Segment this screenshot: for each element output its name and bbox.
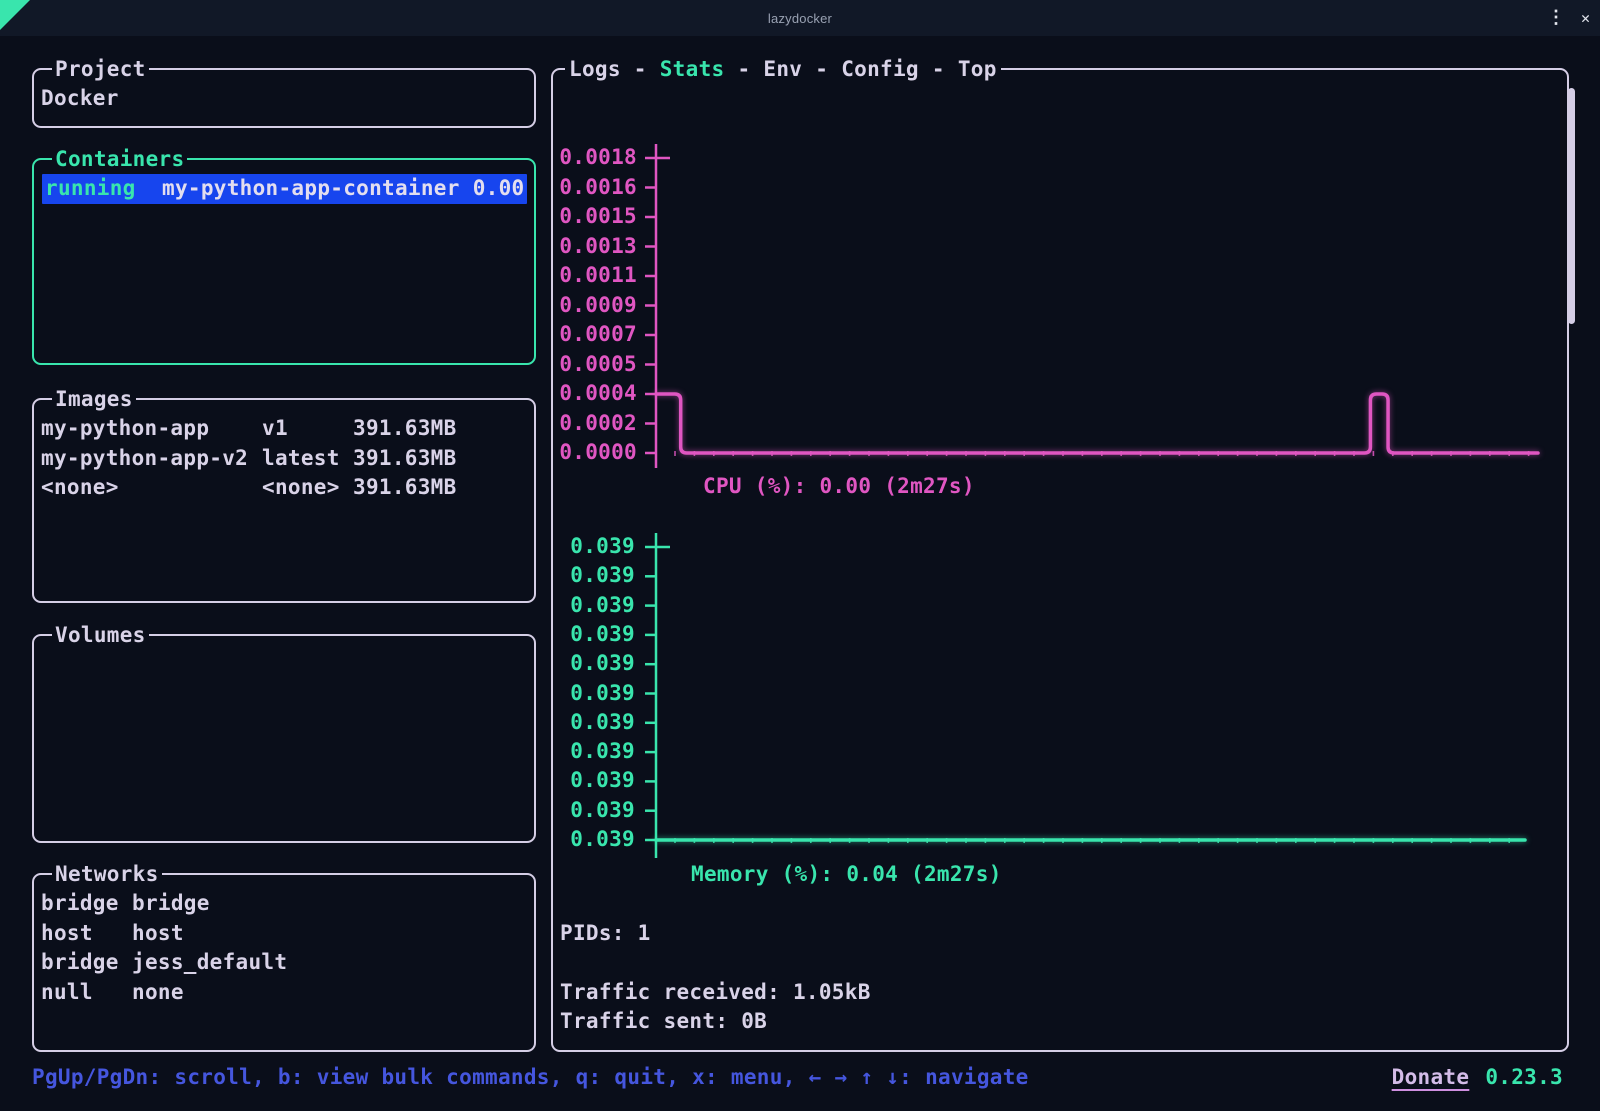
tab-stats[interactable]: Stats — [660, 55, 725, 84]
image-repo: my-python-app-v2 — [41, 444, 262, 474]
y-axis-tick-label: 0.0009 — [537, 291, 637, 320]
image-tag: latest — [262, 444, 353, 474]
containers-panel-title: Containers — [52, 145, 187, 174]
tab-separator: - — [919, 55, 958, 84]
titlebar: lazydocker ⋮ ✕ — [0, 0, 1600, 36]
container-row-selected[interactable]: running my-python-app-container 0.00 — [42, 174, 527, 204]
images-panel-title: Images — [52, 385, 136, 414]
y-axis-tick-label: 0.0007 — [537, 320, 637, 349]
scrollbar-thumb[interactable] — [1568, 88, 1575, 324]
image-tag: <none> — [262, 473, 353, 503]
y-axis-tick-label: 0.039 — [535, 766, 635, 795]
volumes-panel: Volumes — [32, 634, 536, 843]
image-size: 391.63MB — [353, 473, 457, 503]
traffic-sent-value: Traffic sent: 0B — [560, 1007, 767, 1036]
network-name: none — [132, 978, 184, 1008]
version-label: 0.23.3 — [1485, 1063, 1563, 1092]
y-axis-tick-label: 0.0000 — [537, 438, 637, 467]
y-axis-tick-label: 0.039 — [535, 532, 635, 561]
networks-panel-title: Networks — [52, 860, 162, 889]
network-name: jess_default — [132, 948, 287, 978]
container-status: running — [45, 174, 162, 204]
y-axis-tick-label: 0.0013 — [537, 232, 637, 261]
tabs-bar: Logs - Stats - Env - Config - Top — [565, 55, 1001, 84]
network-name: host — [132, 919, 184, 949]
lazydocker-window: lazydocker ⋮ ✕ Project Docker Containers… — [0, 0, 1600, 1111]
statusbar-keybindings: PgUp/PgDn: scroll, b: view bulk commands… — [32, 1063, 1029, 1092]
image-size: 391.63MB — [353, 444, 457, 474]
network-row[interactable]: null none — [41, 978, 530, 1008]
tab-top[interactable]: Top — [958, 55, 997, 84]
traffic-received-value: Traffic received: 1.05kB — [560, 978, 871, 1007]
image-row[interactable]: <none> <none> 391.63MB — [41, 473, 530, 503]
container-cpu: 0.00 — [473, 174, 525, 204]
cpu-chart-caption: CPU (%): 0.00 (2m27s) — [703, 472, 975, 501]
y-axis-tick-label: 0.0002 — [537, 409, 637, 438]
y-axis-tick-label: 0.0015 — [537, 202, 637, 231]
tab-separator: - — [621, 55, 660, 84]
statusbar-right: Donate 0.23.3 — [1392, 1063, 1563, 1092]
tab-env[interactable]: Env — [763, 55, 802, 84]
window-title: lazydocker — [0, 0, 1600, 36]
y-axis-tick-label: 0.039 — [535, 561, 635, 590]
image-tag: v1 — [262, 414, 353, 444]
y-axis-tick-label: 0.039 — [535, 620, 635, 649]
network-row[interactable]: bridge jess_default — [41, 948, 530, 978]
menu-dots-icon[interactable]: ⋮ — [1547, 9, 1565, 27]
image-repo: <none> — [41, 473, 262, 503]
memory-chart-caption: Memory (%): 0.04 (2m27s) — [691, 860, 1002, 889]
network-driver: host — [41, 919, 132, 949]
y-axis-tick-label: 0.0005 — [537, 350, 637, 379]
container-name: my-python-app-container — [162, 174, 460, 204]
image-repo: my-python-app — [41, 414, 262, 444]
y-axis-tick-label: 0.039 — [535, 825, 635, 854]
tab-separator: - — [724, 55, 763, 84]
project-panel: Project Docker — [32, 68, 536, 128]
network-name: bridge — [132, 889, 210, 919]
y-axis-tick-label: 0.0011 — [537, 261, 637, 290]
network-row[interactable]: host host — [41, 919, 530, 949]
images-panel: Images my-python-app v1 391.63MB my-pyth… — [32, 398, 536, 603]
volumes-panel-title: Volumes — [52, 621, 149, 650]
close-icon[interactable]: ✕ — [1581, 11, 1590, 26]
main-panel: Logs - Stats - Env - Config - Top — [551, 68, 1569, 1052]
y-axis-tick-label: 0.039 — [535, 591, 635, 620]
network-driver: bridge — [41, 889, 132, 919]
titlebar-actions: ⋮ ✕ — [1547, 0, 1590, 36]
y-axis-tick-label: 0.0016 — [537, 173, 637, 202]
project-name[interactable]: Docker — [41, 84, 530, 114]
y-axis-tick-label: 0.0004 — [537, 379, 637, 408]
network-row[interactable]: bridge bridge — [41, 889, 530, 919]
y-axis-tick-label: 0.0018 — [537, 143, 637, 172]
tab-separator: - — [802, 55, 841, 84]
network-driver: null — [41, 978, 132, 1008]
y-axis-tick-label: 0.039 — [535, 679, 635, 708]
image-row[interactable]: my-python-app-v2 latest 391.63MB — [41, 444, 530, 474]
y-axis-tick-label: 0.039 — [535, 708, 635, 737]
y-axis-tick-label: 0.039 — [535, 796, 635, 825]
pids-value: PIDs: 1 — [560, 919, 651, 948]
networks-panel: Networks bridge bridge host host bridge … — [32, 873, 536, 1052]
y-axis-tick-label: 0.039 — [535, 649, 635, 678]
corner-fold-decoration — [0, 0, 30, 30]
donate-link[interactable]: Donate — [1392, 1063, 1470, 1092]
tab-logs[interactable]: Logs — [569, 55, 621, 84]
image-size: 391.63MB — [353, 414, 457, 444]
containers-panel: Containers running my-python-app-contain… — [32, 158, 536, 365]
tab-config[interactable]: Config — [841, 55, 919, 84]
project-panel-title: Project — [52, 55, 149, 84]
y-axis-tick-label: 0.039 — [535, 737, 635, 766]
image-row[interactable]: my-python-app v1 391.63MB — [41, 414, 530, 444]
network-driver: bridge — [41, 948, 132, 978]
